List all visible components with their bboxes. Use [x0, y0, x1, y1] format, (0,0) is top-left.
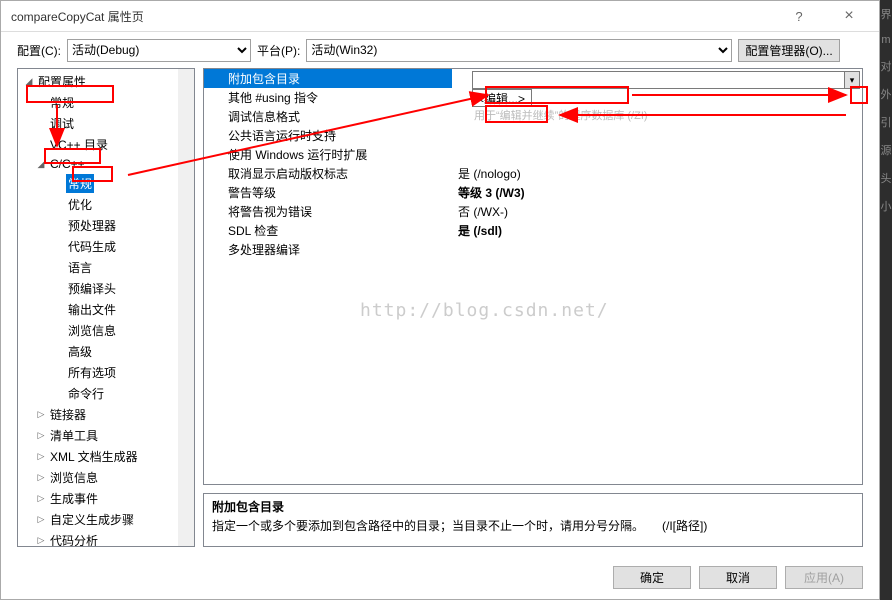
- caret-right-icon: ▷: [36, 514, 46, 525]
- tree-scrollbar[interactable]: [178, 69, 194, 546]
- tree-node-manifest[interactable]: ▷清单工具: [18, 425, 194, 446]
- prop-debug-format-ghost: 用于“编辑并继续”的程序数据库 (/ZI): [474, 107, 648, 123]
- window-title: compareCopyCat 属性页: [11, 8, 779, 25]
- config-label: 配置(C):: [17, 42, 61, 59]
- dialog-buttons: 确定 取消 应用(A): [1, 555, 879, 599]
- tree-node-ccpp-codegen[interactable]: 代码生成: [18, 236, 194, 257]
- tree-node-ccpp-preproc[interactable]: 预处理器: [18, 215, 194, 236]
- tree-pane: ◢配置属性 常规 调试 VC++ 目录 ◢C/C++ 常规 优化 预处理器 代码…: [17, 68, 195, 547]
- close-button[interactable]: ×: [829, 2, 869, 30]
- caret-down-icon: ◢: [24, 76, 34, 87]
- caret-right-icon: ▷: [36, 535, 46, 546]
- tree-node-ccpp-advanced[interactable]: 高级: [18, 341, 194, 362]
- prop-value-dropdown[interactable]: ▾: [844, 71, 860, 89]
- caret-right-icon: ▷: [36, 409, 46, 420]
- tree-node-ccpp-cmdline[interactable]: 命令行: [18, 383, 194, 404]
- tree-node-ccpp-pch[interactable]: 预编译头: [18, 278, 194, 299]
- tree-node-codeanalysis[interactable]: ▷代码分析: [18, 530, 194, 546]
- description-pane: 附加包含目录 指定一个或多个要添加到包含路径中的目录；当目录不止一个时，请用分号…: [203, 493, 863, 547]
- prop-clr-support[interactable]: 公共语言运行时支持: [204, 126, 862, 145]
- help-button[interactable]: ?: [779, 2, 819, 30]
- edit-popup-option[interactable]: <编辑...>: [472, 89, 532, 107]
- caret-right-icon: ▷: [36, 493, 46, 504]
- tree-node-ccpp-allopts[interactable]: 所有选项: [18, 362, 194, 383]
- description-title: 附加包含目录: [212, 498, 854, 515]
- tree-node-buildevents[interactable]: ▷生成事件: [18, 488, 194, 509]
- titlebar: compareCopyCat 属性页 ? ×: [1, 1, 879, 32]
- side-strip: 界m对外 引源头小: [880, 0, 892, 600]
- tree-node-ccpp-output[interactable]: 输出文件: [18, 299, 194, 320]
- prop-value-input[interactable]: [472, 71, 846, 89]
- prop-sdl[interactable]: SDL 检查是 (/sdl): [204, 221, 862, 240]
- tree-node-xmldoc[interactable]: ▷XML 文档生成器: [18, 446, 194, 467]
- ok-button[interactable]: 确定: [613, 566, 691, 589]
- caret-right-icon: ▷: [36, 430, 46, 441]
- tree-node-ccpp-lang[interactable]: 语言: [18, 257, 194, 278]
- prop-winrt-ext[interactable]: 使用 Windows 运行时扩展: [204, 145, 862, 164]
- watermark: http://blog.csdn.net/: [360, 300, 609, 321]
- configuration-select[interactable]: 活动(Debug): [67, 39, 251, 62]
- tree-node-general[interactable]: 常规: [18, 92, 194, 113]
- tree-node-ccpp[interactable]: ◢C/C++: [18, 155, 194, 173]
- prop-warn-level[interactable]: 警告等级等级 3 (/W3): [204, 183, 862, 202]
- platform-select[interactable]: 活动(Win32): [306, 39, 732, 62]
- tree-node-ccpp-browse[interactable]: 浏览信息: [18, 320, 194, 341]
- caret-down-icon: ◢: [36, 159, 46, 170]
- prop-warn-as-error[interactable]: 将警告视为错误否 (/WX-): [204, 202, 862, 221]
- caret-right-icon: ▷: [36, 451, 46, 462]
- description-text: 指定一个或多个要添加到包含路径中的目录；当目录不止一个时，请用分号分隔。 (/I…: [212, 517, 854, 534]
- cancel-button[interactable]: 取消: [699, 566, 777, 589]
- tree-node-custombuild[interactable]: ▷自定义生成步骤: [18, 509, 194, 530]
- platform-label: 平台(P):: [257, 42, 300, 59]
- caret-right-icon: ▷: [36, 472, 46, 483]
- tree-node-linker[interactable]: ▷链接器: [18, 404, 194, 425]
- tree-node-ccpp-optimize[interactable]: 优化: [18, 194, 194, 215]
- tree-node-vcdirs[interactable]: VC++ 目录: [18, 134, 194, 155]
- tree-node-browseinfo[interactable]: ▷浏览信息: [18, 467, 194, 488]
- apply-button[interactable]: 应用(A): [785, 566, 863, 589]
- prop-nologo[interactable]: 取消显示启动版权标志是 (/nologo): [204, 164, 862, 183]
- tree-node-root[interactable]: ◢配置属性: [18, 71, 194, 92]
- prop-using-dirs[interactable]: 其他 #using 指令: [204, 88, 862, 107]
- property-grid: 附加包含目录 其他 #using 指令 调试信息格式 公共语言运行时支持 使用 …: [203, 68, 863, 485]
- config-toolbar: 配置(C): 活动(Debug) 平台(P): 活动(Win32) 配置管理器(…: [1, 32, 879, 68]
- prop-multiproc[interactable]: 多处理器编译: [204, 240, 862, 259]
- tree-node-ccpp-general[interactable]: 常规: [18, 173, 194, 194]
- tree-scroll[interactable]: ◢配置属性 常规 调试 VC++ 目录 ◢C/C++ 常规 优化 预处理器 代码…: [18, 69, 194, 546]
- tree-node-debug[interactable]: 调试: [18, 113, 194, 134]
- config-manager-button[interactable]: 配置管理器(O)...: [738, 39, 839, 62]
